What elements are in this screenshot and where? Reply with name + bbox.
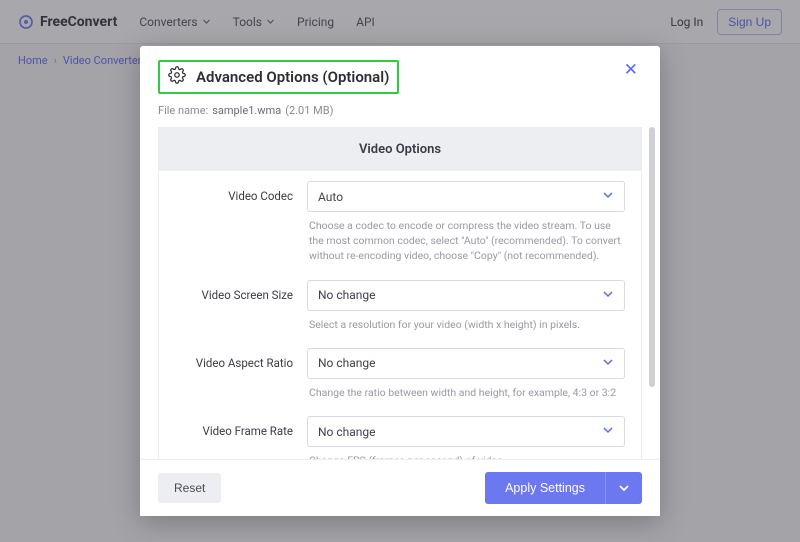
options-scroll-area: Video Options Video Codec Auto Choose a … xyxy=(140,127,660,459)
video-screen-size-select[interactable]: No change xyxy=(307,280,625,311)
chevron-down-icon xyxy=(618,482,630,494)
apply-settings-button[interactable]: Apply Settings xyxy=(485,472,605,504)
file-size: (2.01 MB) xyxy=(285,104,333,117)
video-codec-select[interactable]: Auto xyxy=(307,181,625,212)
field-help: Change the ratio between width and heigh… xyxy=(307,379,625,406)
modal-title: Advanced Options (Optional) xyxy=(196,68,389,86)
field-help: Choose a codec to encode or compress the… xyxy=(307,212,625,270)
field-help: Select a resolution for your video (widt… xyxy=(307,311,625,338)
select-value: No change xyxy=(318,288,376,302)
field-body: Auto Choose a codec to encode or compres… xyxy=(307,181,625,270)
close-icon[interactable]: ✕ xyxy=(620,60,642,81)
field-help: Change FPS (frames per second) of video xyxy=(307,447,625,459)
modal-footer: Reset Apply Settings xyxy=(140,459,660,516)
chevron-down-icon xyxy=(602,424,614,439)
video-frame-rate-select[interactable]: No change xyxy=(307,416,625,447)
field-video-aspect-ratio: Video Aspect Ratio No change Change the … xyxy=(159,338,641,406)
file-info: File name: sample1.wma (2.01 MB) xyxy=(140,98,660,127)
chevron-down-icon xyxy=(602,189,614,204)
apply-dropdown-button[interactable] xyxy=(605,472,642,504)
modal-header: Advanced Options (Optional) ✕ xyxy=(140,46,660,98)
chevron-down-icon xyxy=(602,288,614,303)
video-options-header: Video Options xyxy=(159,128,641,171)
file-name: sample1.wma xyxy=(212,104,281,117)
gear-icon xyxy=(168,66,186,88)
field-body: No change Change the ratio between width… xyxy=(307,348,625,406)
advanced-options-modal: Advanced Options (Optional) ✕ File name:… xyxy=(140,46,660,516)
field-body: No change Select a resolution for your v… xyxy=(307,280,625,338)
field-video-frame-rate: Video Frame Rate No change Change FPS (f… xyxy=(159,406,641,459)
select-value: Auto xyxy=(318,190,343,204)
field-video-codec: Video Codec Auto Choose a codec to encod… xyxy=(159,171,641,270)
file-label: File name: xyxy=(158,104,208,117)
field-label: Video Aspect Ratio xyxy=(175,348,293,406)
scrollbar[interactable] xyxy=(649,127,655,387)
select-value: No change xyxy=(318,356,376,370)
field-label: Video Codec xyxy=(175,181,293,270)
reset-button[interactable]: Reset xyxy=(158,473,221,503)
field-label: Video Frame Rate xyxy=(175,416,293,459)
field-video-screen-size: Video Screen Size No change Select a res… xyxy=(159,270,641,338)
modal-title-highlight: Advanced Options (Optional) xyxy=(158,60,399,94)
field-body: No change Change FPS (frames per second)… xyxy=(307,416,625,459)
field-label: Video Screen Size xyxy=(175,280,293,338)
chevron-down-icon xyxy=(602,356,614,371)
select-value: No change xyxy=(318,425,376,439)
options-inner[interactable]: Video Options Video Codec Auto Choose a … xyxy=(158,127,642,459)
video-aspect-ratio-select[interactable]: No change xyxy=(307,348,625,379)
apply-button-group: Apply Settings xyxy=(485,472,642,504)
